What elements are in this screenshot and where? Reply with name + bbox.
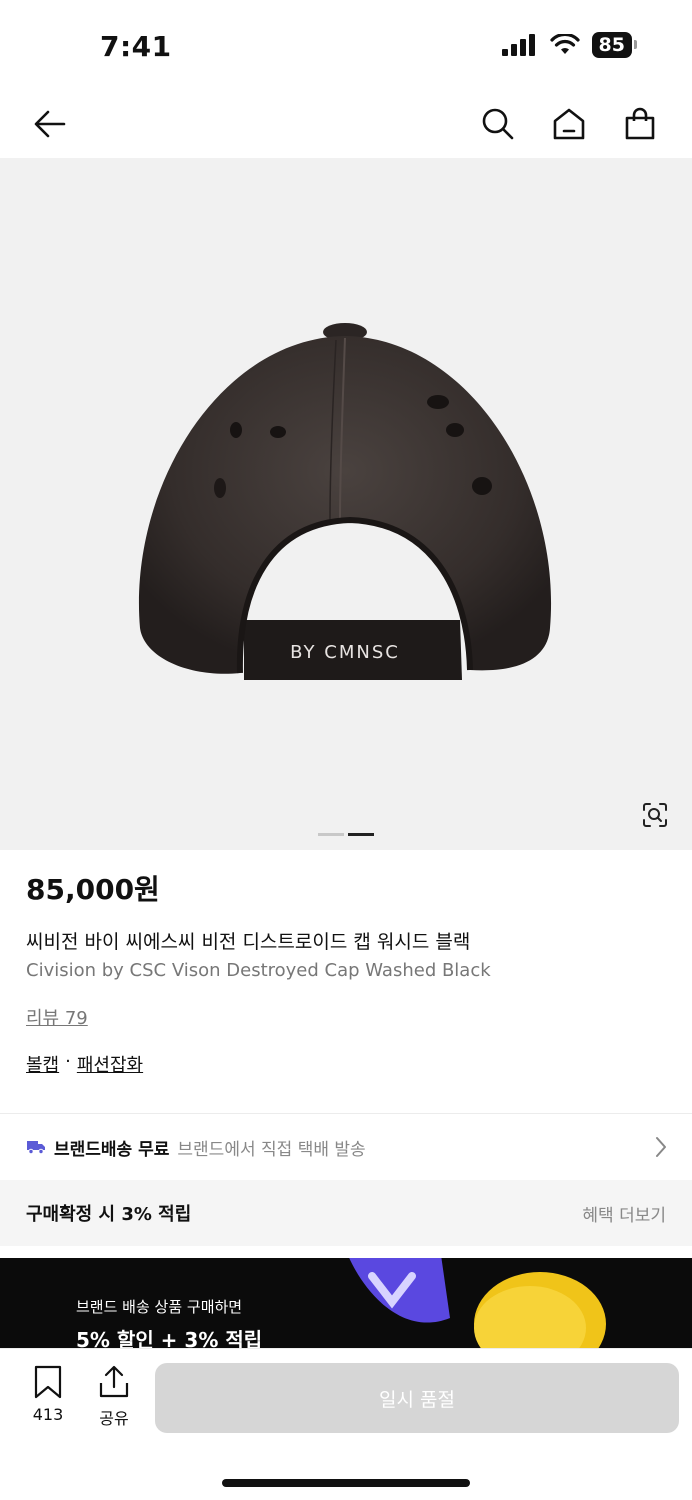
product-name-korean: 씨비전 바이 씨에스씨 비전 디스트로이드 캡 워시드 블랙 (26, 931, 471, 953)
product-price: 85,000원 (26, 873, 160, 906)
product-name-english: Civision by CSC Vison Destroyed Cap Wash… (26, 960, 491, 981)
zoom-search-icon (643, 803, 667, 827)
home-button[interactable] (547, 102, 591, 146)
back-arrow-icon (34, 110, 66, 138)
battery-indicator: 85 (591, 32, 638, 58)
soldout-button[interactable]: 일시 품절 (155, 1363, 679, 1433)
truck-icon (27, 1141, 45, 1155)
carousel-indicator (318, 833, 374, 836)
status-time: 7:41 (100, 30, 172, 63)
search-button[interactable] (476, 102, 520, 146)
share-icon (99, 1365, 129, 1398)
delivery-info-row[interactable]: 브랜드배송 무료 브랜드에서 직접 택배 발송 (0, 1114, 692, 1180)
top-navigation (0, 92, 692, 158)
points-benefit-row: 구매확정 시 3% 적립 혜택 더보기 (0, 1180, 692, 1246)
wifi-icon (549, 34, 580, 54)
status-icons: 85 (501, 32, 638, 58)
promo-banner[interactable]: 브랜드 배송 상품 구매하면 5% 할인 + 3% 적립 (0, 1258, 692, 1350)
category-link-ballcap[interactable]: 볼캡 (26, 1051, 59, 1077)
cart-button[interactable] (618, 102, 662, 146)
review-link[interactable]: 리뷰 79 (26, 1004, 88, 1030)
more-benefits-link[interactable]: 혜택 더보기 (582, 1201, 666, 1226)
category-breadcrumb: 볼캡 · 패션잡화 (26, 1051, 143, 1077)
chevron-right-icon (656, 1137, 666, 1157)
signal-icon (501, 34, 535, 56)
carousel-dot-active (348, 833, 374, 836)
carousel-dot (318, 833, 344, 836)
back-button[interactable] (28, 102, 72, 146)
home-icon (553, 108, 585, 140)
promo-line1: 브랜드 배송 상품 구매하면 (76, 1298, 243, 1316)
wishlist-button[interactable]: 413 (26, 1365, 70, 1424)
delivery-title: 브랜드배송 무료 (54, 1139, 170, 1160)
category-link-fashion-goods[interactable]: 패션잡화 (77, 1051, 143, 1077)
share-button[interactable]: 공유 (92, 1365, 136, 1429)
bookmark-icon (34, 1365, 62, 1399)
product-image-cap: BY CMNSC (138, 323, 552, 680)
status-bar: 7:41 85 (0, 0, 692, 92)
cap-strap-label: BY CMNSC (290, 642, 400, 663)
promo-line2: 5% 할인 + 3% 적립 (76, 1328, 263, 1350)
delivery-subtitle: 브랜드에서 직접 택배 발송 (177, 1139, 366, 1160)
image-zoom-button[interactable] (640, 800, 670, 830)
wishlist-count: 413 (32, 1405, 64, 1424)
share-label: 공유 (99, 1409, 129, 1428)
bottom-action-bar: 413 공유 일시 품절 (0, 1348, 692, 1500)
search-icon (482, 108, 514, 140)
shopping-bag-icon (625, 107, 655, 140)
home-indicator (222, 1479, 470, 1487)
product-image-carousel[interactable]: BY CMNSC (0, 158, 692, 850)
category-separator: · (65, 1051, 71, 1072)
points-label: 구매확정 시 3% 적립 (26, 1204, 192, 1225)
